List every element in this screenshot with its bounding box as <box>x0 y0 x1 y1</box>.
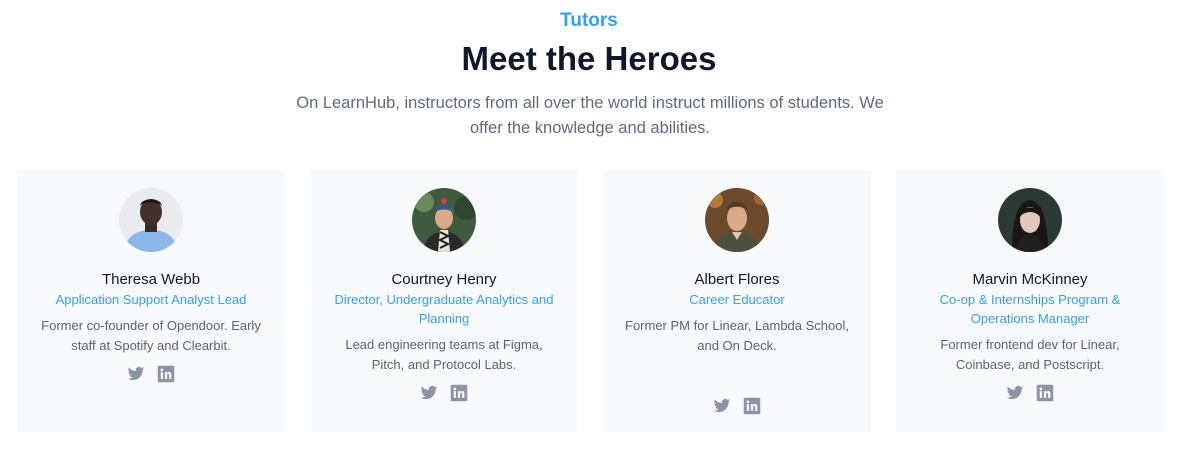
tutor-name: Theresa Webb <box>101 271 201 288</box>
tutor-role: Career Educator <box>689 292 785 307</box>
section-subtitle: On LearnHub, instructors from all over t… <box>296 94 884 137</box>
tutor-bio: Former PM for Linear, Lambda School, and… <box>625 318 849 353</box>
twitter-icon[interactable] <box>127 365 145 383</box>
social-links <box>896 384 1164 402</box>
tutor-card: Albert Flores Career Educator Former PM … <box>603 170 871 432</box>
avatar <box>412 188 476 252</box>
twitter-icon[interactable] <box>420 384 438 402</box>
tutor-role: Application Support Analyst Lead <box>55 292 247 307</box>
tutor-name: Albert Flores <box>694 271 780 288</box>
tutor-bio: Former frontend dev for Linear, Coinbase… <box>940 337 1120 372</box>
social-links <box>310 384 578 402</box>
tutor-card: Theresa Webb Application Support Analyst… <box>17 170 285 432</box>
linkedin-icon[interactable] <box>743 397 761 415</box>
tutor-bio: Lead engineering teams at Figma, Pitch, … <box>345 337 543 372</box>
twitter-icon[interactable] <box>713 397 731 415</box>
social-links <box>603 397 871 415</box>
tutor-role: Director, Undergraduate Analytics and Pl… <box>334 292 554 326</box>
tutor-card: Courtney Henry Director, Undergraduate A… <box>310 170 578 432</box>
avatar <box>119 188 183 252</box>
avatar <box>998 188 1062 252</box>
avatar <box>705 188 769 252</box>
section-title: Meet the Heroes <box>461 40 717 77</box>
linkedin-icon[interactable] <box>157 365 175 383</box>
tutor-card: Marvin McKinney Co-op & Internships Prog… <box>896 170 1164 432</box>
linkedin-icon[interactable] <box>450 384 468 402</box>
tutor-name: Courtney Henry <box>391 271 497 288</box>
social-links <box>17 365 285 383</box>
tutor-name: Marvin McKinney <box>972 271 1088 288</box>
section-eyebrow: Tutors <box>560 10 618 31</box>
linkedin-icon[interactable] <box>1036 384 1054 402</box>
tutor-role: Co-op & Internships Program & Operations… <box>939 292 1121 326</box>
tutor-bio: Former co-founder of Opendoor. Early sta… <box>41 318 261 353</box>
twitter-icon[interactable] <box>1006 384 1024 402</box>
